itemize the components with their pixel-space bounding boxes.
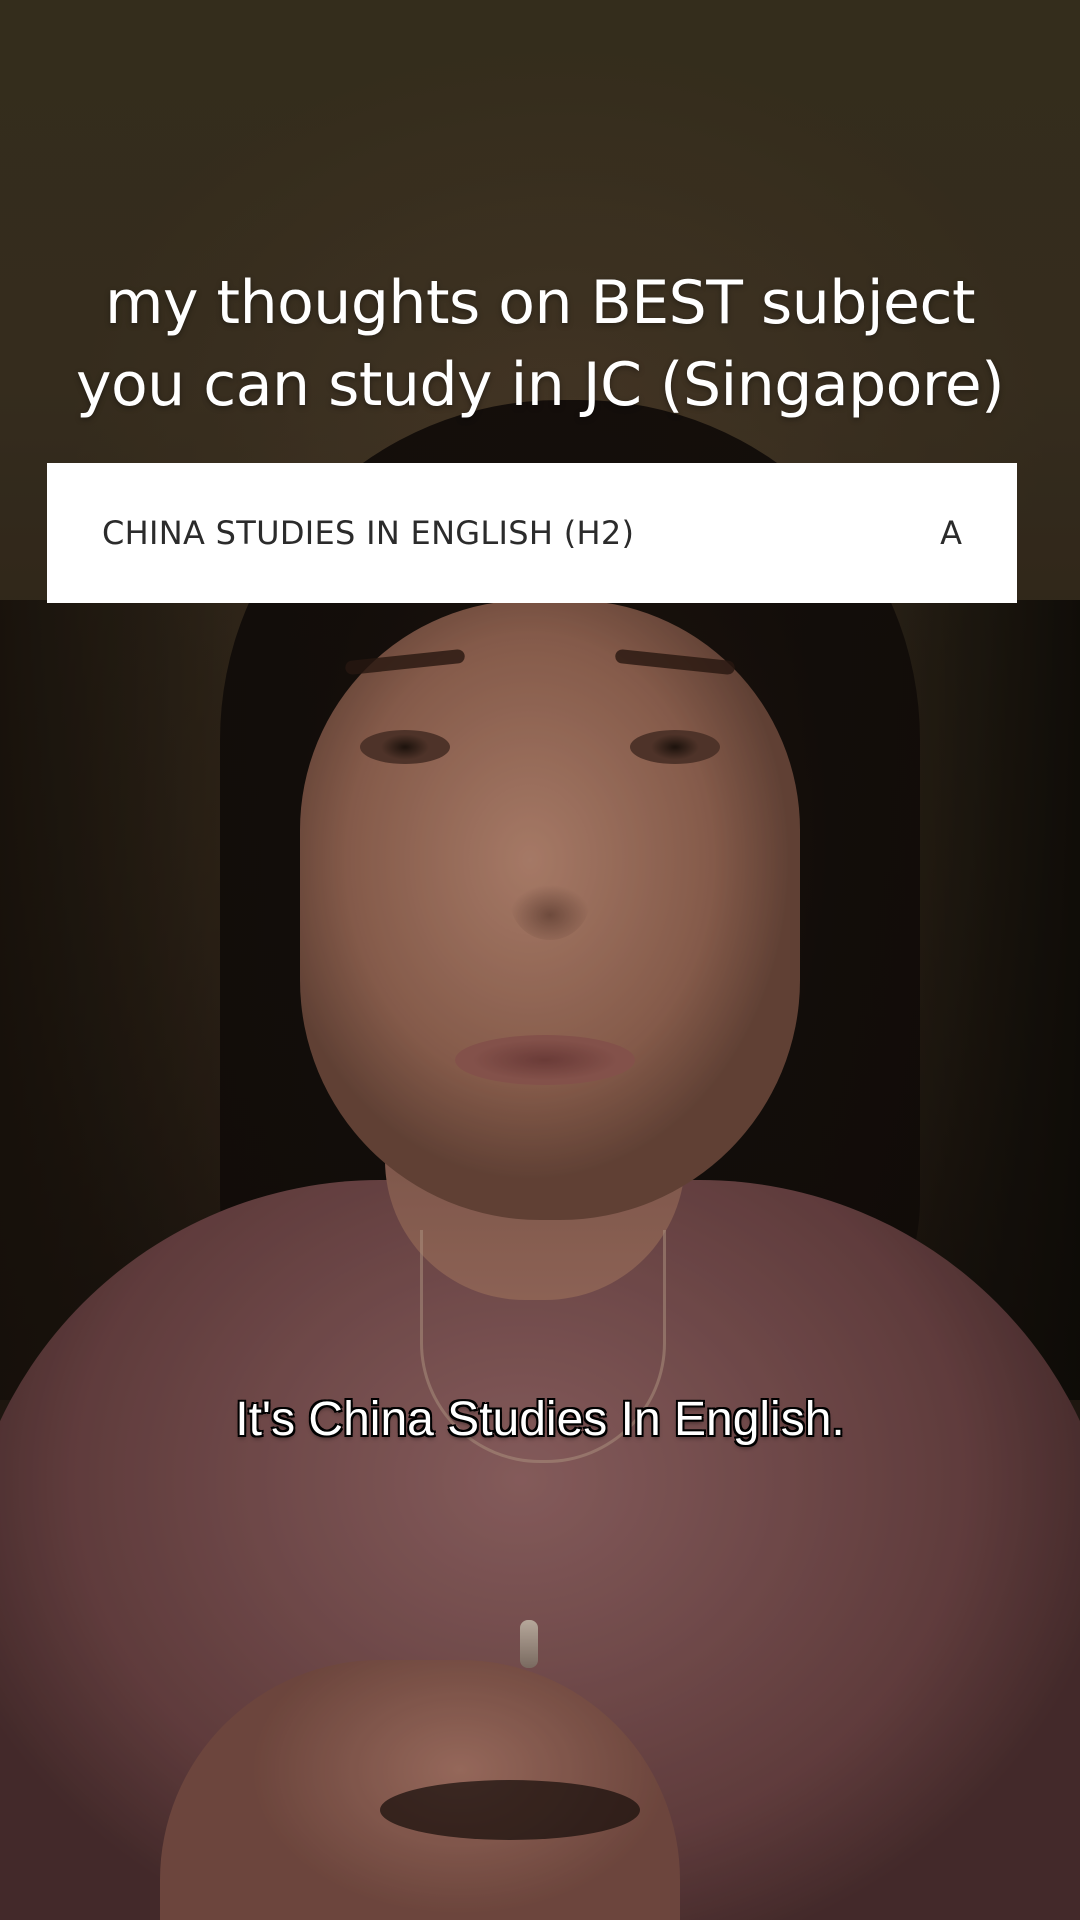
grade-card: CHINA STUDIES IN ENGLISH (H2) A	[47, 463, 1017, 603]
overlay-title-line-1: my thoughts on BEST subject	[105, 268, 975, 338]
grade-subject-label: CHINA STUDIES IN ENGLISH (H2)	[102, 514, 635, 552]
grade-value: A	[940, 514, 962, 552]
overlay-title: my thoughts on BEST subject you can stud…	[20, 262, 1060, 426]
video-caption: It's China Studies In English.	[234, 1392, 846, 1447]
overlay-title-line-2: you can study in JC (Singapore)	[75, 350, 1005, 420]
video-frame: my thoughts on BEST subject you can stud…	[0, 0, 1080, 1920]
